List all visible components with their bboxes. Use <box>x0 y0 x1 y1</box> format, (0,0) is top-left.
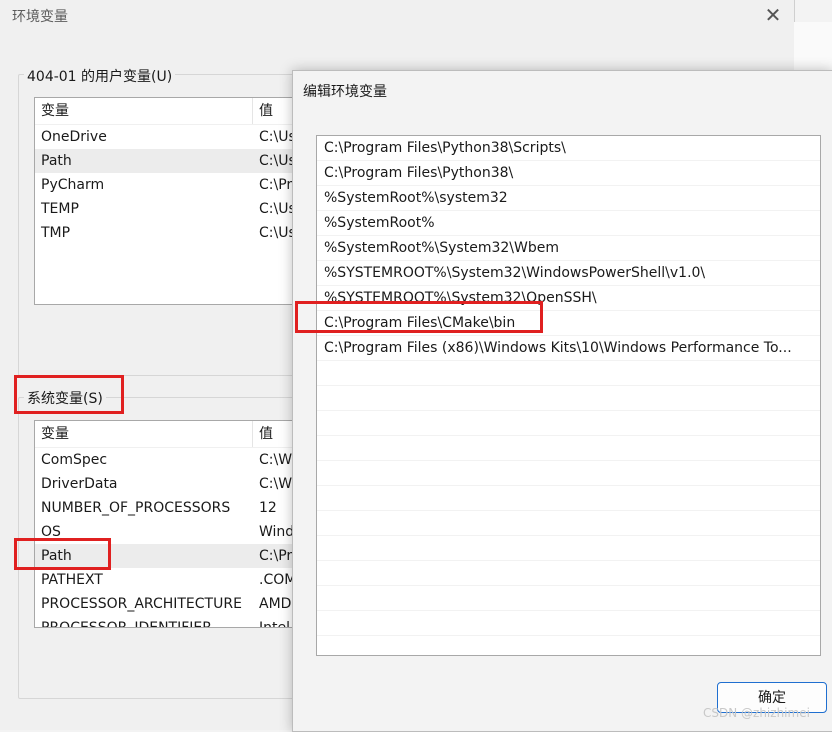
empty-row[interactable] <box>317 511 820 536</box>
system-var-row-processor-identifier[interactable]: PROCESSOR_IDENTIFIER Intel <box>35 616 335 627</box>
path-entries-list[interactable]: C:\Program Files\Python38\Scripts\ C:\Pr… <box>316 135 821 656</box>
user-var-row-path[interactable]: Path C:\Us <box>35 149 335 173</box>
highlight-system-vars-label <box>14 375 124 414</box>
list-header: 变量 值 <box>35 421 335 448</box>
empty-row[interactable] <box>317 636 820 655</box>
window-title: 环境变量 <box>12 9 68 25</box>
empty-row[interactable] <box>317 536 820 561</box>
system-var-row-comspec[interactable]: ComSpec C:\W <box>35 448 335 472</box>
highlight-system-path-row <box>14 538 111 570</box>
path-entry[interactable]: %SystemRoot% <box>317 211 820 236</box>
system-var-row-pathext[interactable]: PATHEXT .COM <box>35 568 335 592</box>
user-vars-list[interactable]: 变量 值 OneDrive C:\Us Path C:\Us PyCharm C… <box>34 97 336 305</box>
empty-row[interactable] <box>317 411 820 436</box>
system-var-row-processor-architecture[interactable]: PROCESSOR_ARCHITECTURE AMD <box>35 592 335 616</box>
user-var-row-tmp[interactable]: TMP C:\Us <box>35 221 335 245</box>
empty-row[interactable] <box>317 611 820 636</box>
empty-row[interactable] <box>317 361 820 386</box>
user-var-row-pycharm[interactable]: PyCharm C:\Pr <box>35 173 335 197</box>
path-entry[interactable]: %SYSTEMROOT%\System32\WindowsPowerShell\… <box>317 261 820 286</box>
empty-row[interactable] <box>317 486 820 511</box>
system-vars-list[interactable]: 变量 值 ComSpec C:\W DriverData C:\W NUMBER… <box>34 420 336 628</box>
list-header: 变量 值 <box>35 98 335 125</box>
user-vars-label: 404-01 的用户变量(U) <box>24 66 176 86</box>
path-entry[interactable]: C:\Program Files\Python38\ <box>317 161 820 186</box>
empty-row[interactable] <box>317 386 820 411</box>
empty-row[interactable] <box>317 436 820 461</box>
system-var-row-number-of-processors[interactable]: NUMBER_OF_PROCESSORS 12 <box>35 496 335 520</box>
path-entry[interactable]: C:\Program Files\Python38\Scripts\ <box>317 136 820 161</box>
user-var-row-onedrive[interactable]: OneDrive C:\Us <box>35 125 335 149</box>
dialog-title: 编辑环境变量 <box>303 84 387 100</box>
highlight-cmake-entry <box>295 301 543 333</box>
column-header-variable[interactable]: 变量 <box>41 98 69 124</box>
user-var-row-temp[interactable]: TEMP C:\Us <box>35 197 335 221</box>
system-var-row-driverdata[interactable]: DriverData C:\W <box>35 472 335 496</box>
column-header-value[interactable]: 值 <box>259 421 273 447</box>
empty-row[interactable] <box>317 586 820 611</box>
edit-environment-variable-dialog: 编辑环境变量 C:\Program Files\Python38\Scripts… <box>292 70 832 732</box>
path-entry[interactable]: %SystemRoot%\system32 <box>317 186 820 211</box>
watermark: CSDN @zhizhimei <box>703 706 810 720</box>
column-header-variable[interactable]: 变量 <box>41 421 69 447</box>
close-icon[interactable]: ✕ <box>760 2 786 28</box>
path-entry[interactable]: %SystemRoot%\System32\Wbem <box>317 236 820 261</box>
empty-row[interactable] <box>317 561 820 586</box>
empty-row[interactable] <box>317 461 820 486</box>
column-header-value[interactable]: 值 <box>259 98 273 124</box>
path-entry[interactable]: C:\Program Files (x86)\Windows Kits\10\W… <box>317 336 820 361</box>
